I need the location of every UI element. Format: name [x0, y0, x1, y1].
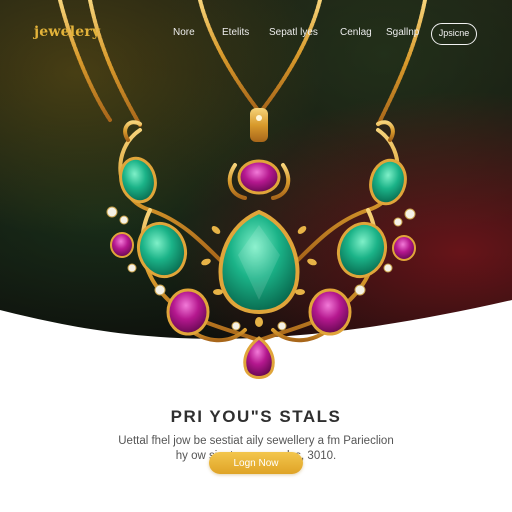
nav-pill-button[interactable]: Jpsicne	[431, 23, 477, 45]
cta-button[interactable]: Logn Now	[209, 452, 303, 474]
hero-headline: PRI YOU"S STALS	[170, 407, 342, 426]
top-navigation: jewelery Nore Etelits Sepatl lyes Cenlag…	[0, 0, 512, 68]
nav-link-2[interactable]: Etelits	[222, 27, 249, 38]
hero-subtext-line-1: Uettal fhel jow be sestiat aily seweller…	[118, 435, 394, 447]
nav-link-5[interactable]: Sgallnp	[386, 27, 419, 38]
nav-link-3[interactable]: Sepatl lyes	[269, 27, 318, 38]
nav-link-1[interactable]: Nore	[173, 27, 195, 38]
nav-link-4[interactable]: Cenlag	[340, 27, 372, 38]
